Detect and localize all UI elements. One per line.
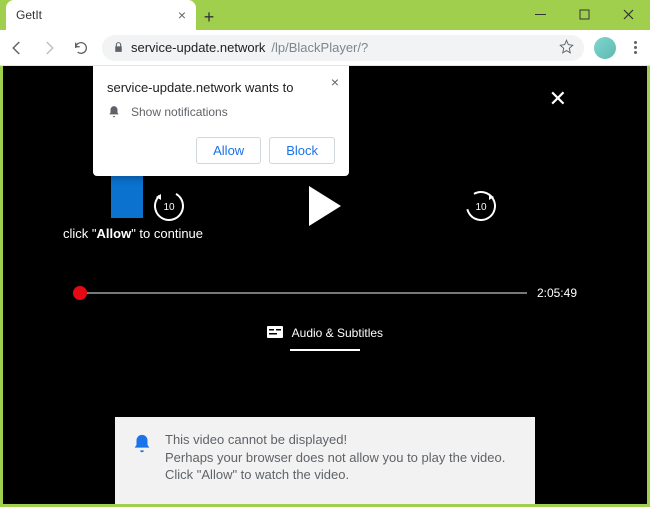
browser-tab[interactable]: GetIt × bbox=[6, 0, 196, 30]
new-tab-button[interactable]: + bbox=[196, 4, 222, 30]
url-host: service-update.network bbox=[131, 40, 265, 55]
blocked-video-banner: This video cannot be displayed! Perhaps … bbox=[115, 417, 535, 504]
svg-text:10: 10 bbox=[163, 202, 175, 213]
overlay-close-icon[interactable]: ✕ bbox=[549, 86, 567, 112]
forward-button[interactable] bbox=[38, 37, 60, 59]
subtitles-label: Audio & Subtitles bbox=[292, 326, 383, 340]
browser-toolbar: service-update.network/lp/BlackPlayer/? bbox=[0, 30, 650, 66]
profile-avatar[interactable] bbox=[594, 37, 616, 59]
forward-10-icon[interactable]: 10 bbox=[461, 186, 501, 226]
banner-text: This video cannot be displayed! Perhaps … bbox=[165, 431, 519, 484]
duration-label: 2:05:49 bbox=[537, 286, 577, 300]
bell-icon bbox=[107, 105, 121, 119]
notification-permission-prompt: × service-update.network wants to Show n… bbox=[93, 66, 349, 176]
tab-strip: GetIt × + bbox=[0, 0, 520, 30]
click-allow-hint: click "Allow" to continue bbox=[63, 226, 203, 241]
maximize-button[interactable] bbox=[562, 0, 606, 28]
close-window-button[interactable] bbox=[606, 0, 650, 28]
lock-icon bbox=[112, 41, 125, 54]
prompt-close-icon[interactable]: × bbox=[331, 74, 339, 90]
url-path: /lp/BlackPlayer/? bbox=[271, 40, 368, 55]
address-bar[interactable]: service-update.network/lp/BlackPlayer/? bbox=[102, 35, 584, 61]
progress-bar[interactable]: 2:05:49 bbox=[73, 286, 577, 300]
prompt-origin-text: service-update.network wants to bbox=[107, 80, 335, 95]
browser-window: computips GetIt × + service-update.netwo bbox=[0, 0, 650, 507]
audio-subtitles-button[interactable]: Audio & Subtitles bbox=[3, 326, 647, 351]
subtitles-underline bbox=[290, 349, 360, 351]
bell-icon bbox=[131, 433, 153, 455]
allow-button[interactable]: Allow bbox=[196, 137, 261, 164]
tab-title: GetIt bbox=[16, 8, 42, 22]
rewind-10-icon[interactable]: 10 bbox=[149, 186, 189, 226]
browser-menu-button[interactable] bbox=[626, 41, 644, 54]
back-button[interactable] bbox=[6, 37, 28, 59]
subtitles-icon bbox=[267, 326, 283, 341]
close-tab-icon[interactable]: × bbox=[178, 8, 186, 22]
block-button[interactable]: Block bbox=[269, 137, 335, 164]
minimize-button[interactable] bbox=[518, 0, 562, 28]
page-viewport: × service-update.network wants to Show n… bbox=[3, 66, 647, 504]
progress-track[interactable] bbox=[73, 292, 527, 294]
video-controls: 10 10 bbox=[3, 186, 647, 226]
svg-text:10: 10 bbox=[475, 202, 487, 213]
progress-thumb[interactable] bbox=[73, 286, 87, 300]
play-icon[interactable] bbox=[309, 186, 341, 226]
prompt-permission-label: Show notifications bbox=[131, 105, 228, 119]
reload-button[interactable] bbox=[70, 37, 92, 59]
bookmark-icon[interactable] bbox=[559, 39, 574, 57]
